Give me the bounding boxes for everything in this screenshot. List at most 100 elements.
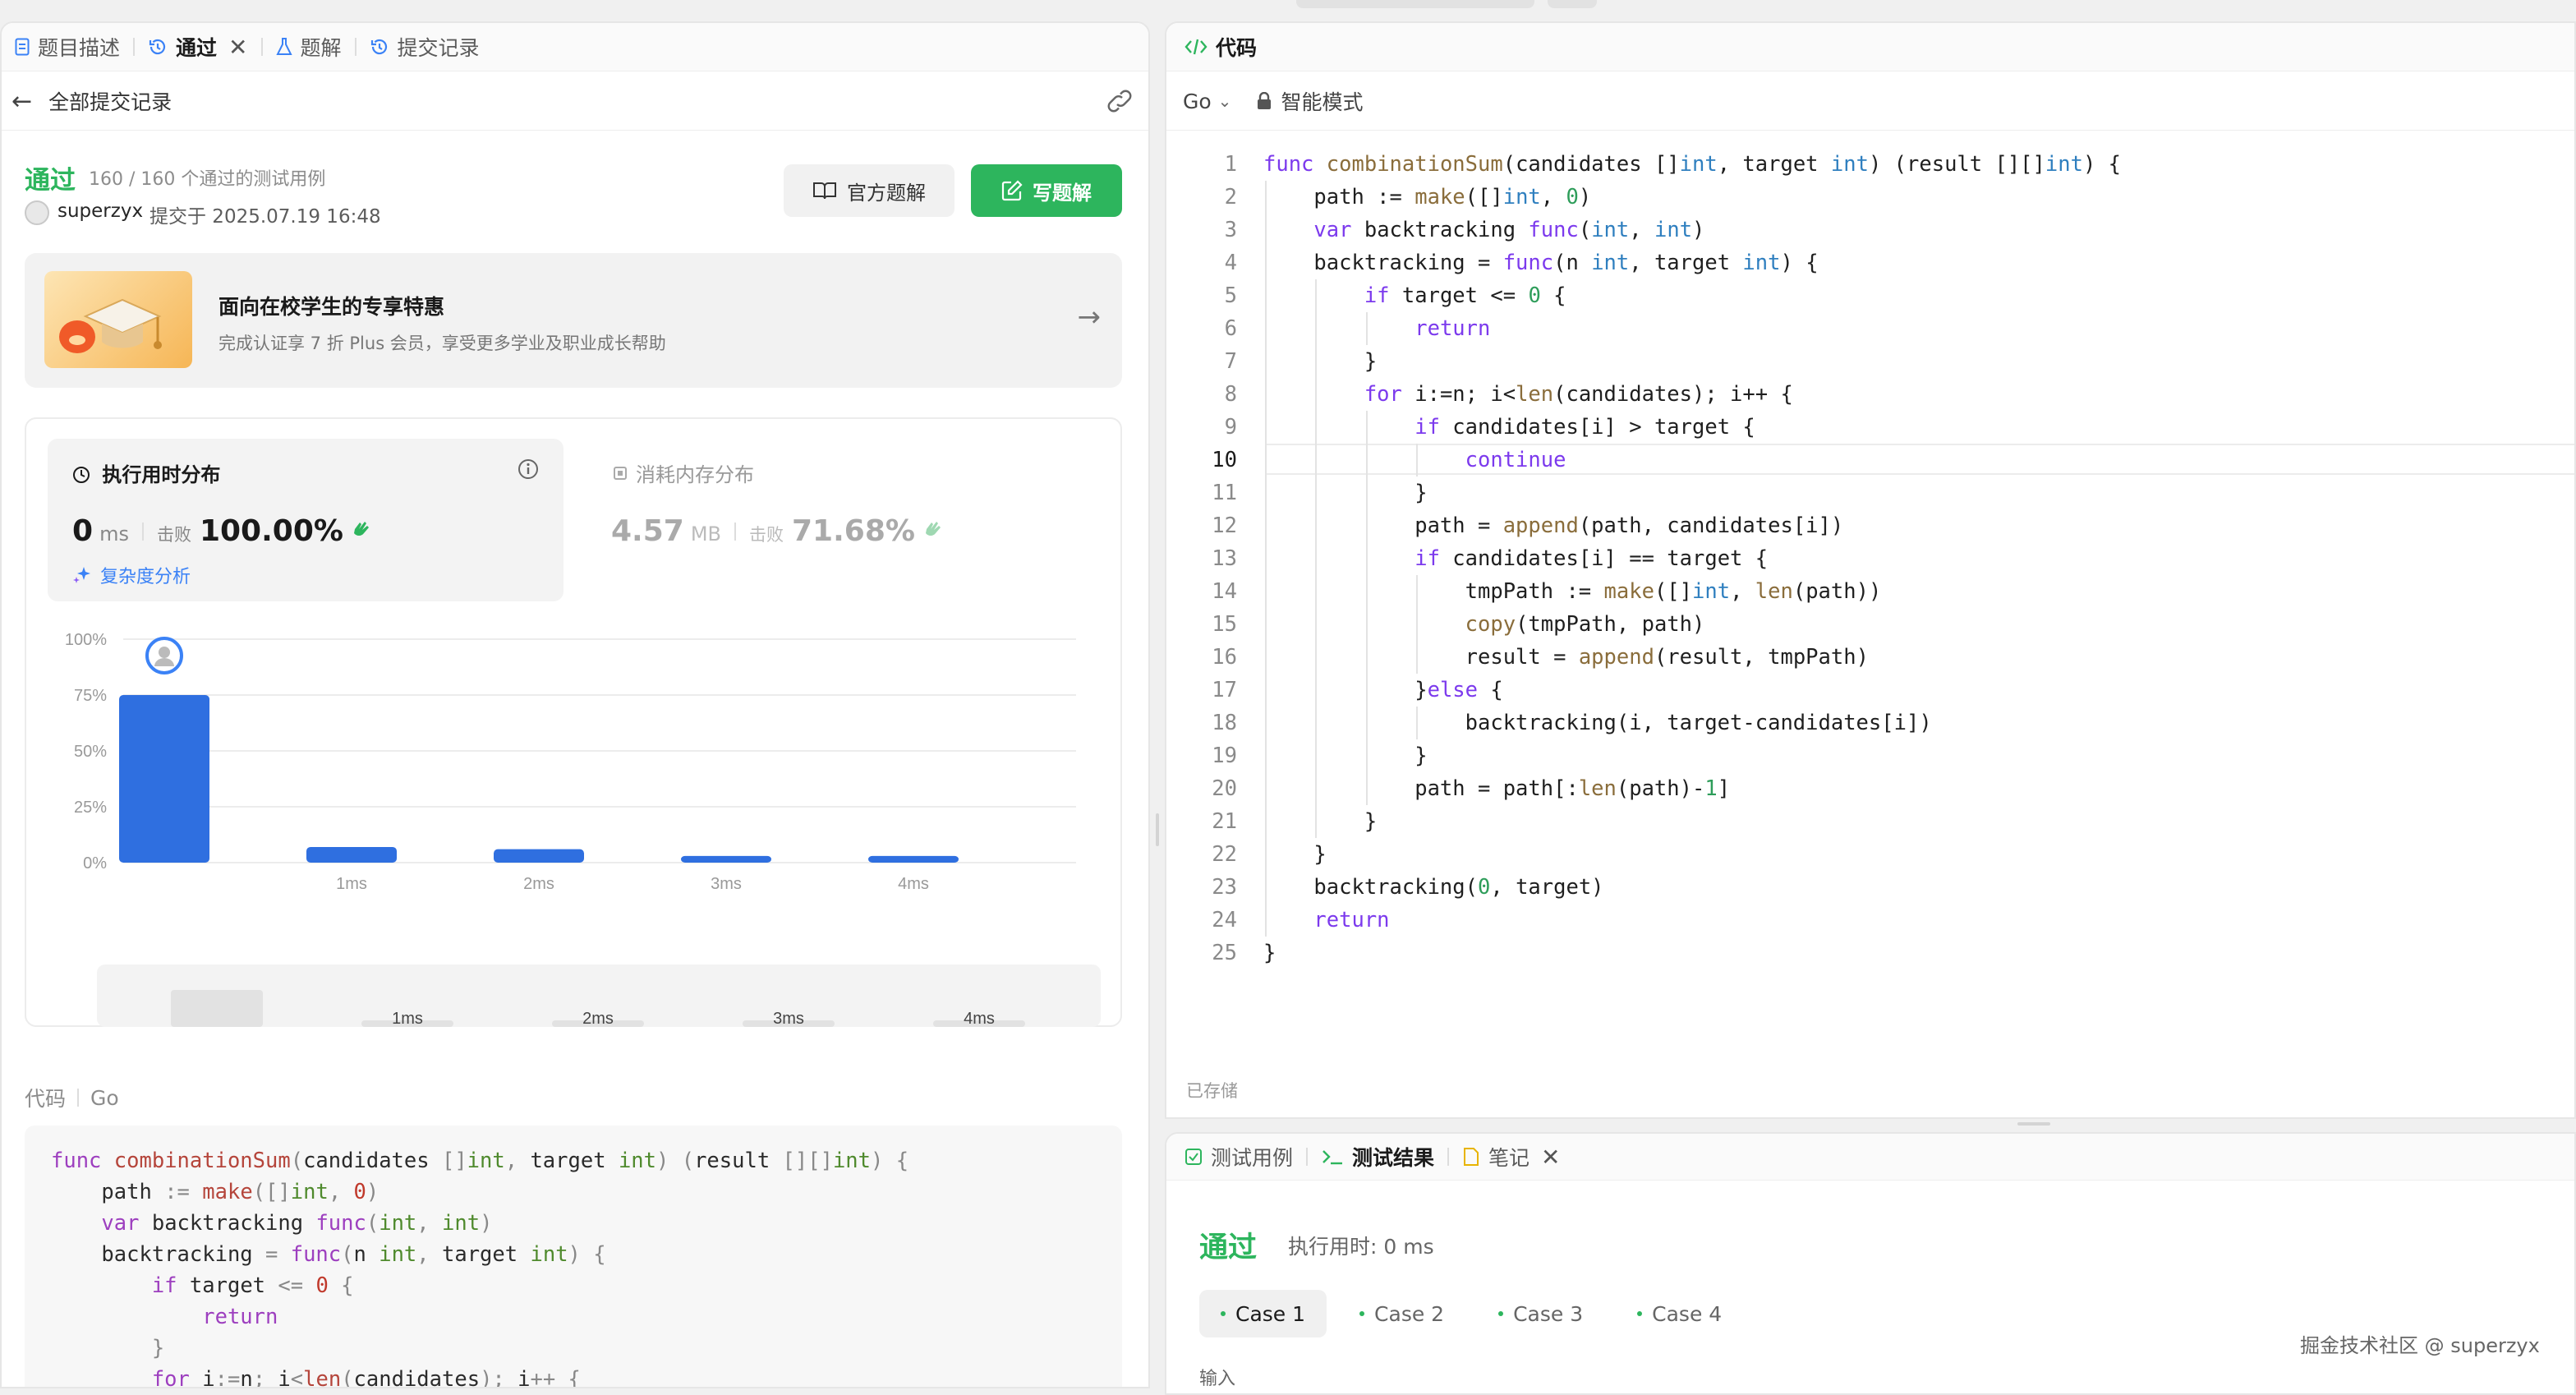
case-label: Case 3 <box>1513 1301 1584 1326</box>
memory-beat-label: 击败 <box>749 525 784 545</box>
y-tick-label: 0% <box>83 854 107 872</box>
runtime-beat-label: 击败 <box>156 525 191 545</box>
line-number: 21 <box>1212 809 1237 834</box>
graduation-cap-illustration <box>44 271 192 368</box>
vertical-resize-handle[interactable] <box>2017 1122 2050 1126</box>
code-line[interactable]: continue <box>1263 444 1566 477</box>
tab-submissions[interactable]: 提交记录 <box>370 32 480 62</box>
close-icon[interactable]: ✕ <box>1541 1144 1560 1171</box>
code-line[interactable]: backtracking(0, target) <box>1263 871 1603 904</box>
submission-status: 通过 <box>25 166 76 196</box>
tab-separator <box>133 38 136 56</box>
code-line[interactable]: if candidates[i] > target { <box>1263 411 1755 444</box>
code-line[interactable]: if target <= 0 { <box>1263 279 1566 312</box>
submitted-time: 提交于 2025.07.19 16:48 <box>150 206 381 228</box>
memory-title-text: 消耗内存分布 <box>636 463 754 486</box>
mini-bar <box>171 990 263 1027</box>
left-tabbar: 题目描述 通过 ✕ 题解 提交记录 <box>2 23 1148 71</box>
case-tab[interactable]: Case 3 <box>1477 1290 1604 1337</box>
code-line[interactable]: for i:=n; i<len(candidates); i++ { <box>1263 378 1793 411</box>
code-line[interactable]: var backtracking func(int, int) <box>1263 214 1704 246</box>
indent-guide <box>1365 312 1368 345</box>
range-slider-preview: 1ms 2ms 3ms 4ms <box>171 990 1025 1028</box>
code-line[interactable]: copy(tmpPath, path) <box>1263 608 1705 641</box>
code-line[interactable]: result = append(result, tmpPath) <box>1263 641 1869 674</box>
case-tab[interactable]: Case 2 <box>1338 1290 1465 1337</box>
case-tab[interactable]: Case 4 <box>1616 1290 1743 1337</box>
tab-separator <box>1447 1148 1450 1166</box>
code-line[interactable]: backtracking(i, target-candidates[i]) <box>1263 707 1932 739</box>
line-number: 13 <box>1212 546 1237 571</box>
avatar-head <box>159 647 170 658</box>
student-promo-banner[interactable]: 面向在校学生的专享特惠 完成认证享 7 折 Plus 会员，享受更多学业及职业成… <box>25 253 1122 388</box>
sparkle-icon <box>73 567 90 583</box>
complexity-analysis-link[interactable]: 复杂度分析 <box>72 562 191 588</box>
tab-accepted[interactable]: 通过 ✕ <box>148 32 248 62</box>
memory-card[interactable]: 消耗内存分布 4.57 MB 击败 71.68% <box>611 439 1071 601</box>
code-line[interactable]: return <box>1263 312 1490 345</box>
book-icon <box>813 182 836 200</box>
close-icon[interactable]: ✕ <box>228 34 247 61</box>
code-line[interactable]: } <box>1263 838 1326 871</box>
tab-test-results[interactable]: 测试结果 <box>1321 1142 1434 1172</box>
chart-bar[interactable] <box>868 855 959 863</box>
y-tick-label: 100% <box>65 631 107 649</box>
code-line[interactable]: } <box>1263 739 1427 772</box>
arrow-right-icon[interactable]: → <box>1078 301 1102 334</box>
code-line[interactable]: tmpPath := make([]int, len(path)) <box>1263 575 1882 608</box>
code-language: Go <box>90 1085 119 1110</box>
chart-range-slider[interactable]: 1ms 2ms 3ms 4ms <box>97 965 1101 1028</box>
code-line[interactable]: }else { <box>1263 674 1503 707</box>
history-icon <box>149 39 166 55</box>
runtime-distribution-chart[interactable]: 100% 75% 50% 25% 0% 1ms 2ms 3ms 4ms <box>59 624 1102 953</box>
chart-bar[interactable] <box>119 695 209 863</box>
chart-bar[interactable] <box>681 855 771 863</box>
code-line[interactable]: path = append(path, candidates[i]) <box>1263 509 1843 542</box>
info-icon[interactable] <box>518 458 539 483</box>
case-tab[interactable]: Case 1 <box>1199 1290 1327 1337</box>
panel-resize-handle[interactable] <box>1156 813 1159 846</box>
code-line[interactable]: } <box>1263 477 1427 509</box>
pass-dot-icon <box>1359 1311 1365 1316</box>
line-number: 25 <box>1212 941 1237 965</box>
tab-testcases[interactable]: 测试用例 <box>1184 1142 1293 1172</box>
test-tabbar: 测试用例 测试结果 笔记 ✕ <box>1166 1134 2574 1181</box>
write-solution-button[interactable]: 写题解 <box>971 164 1122 217</box>
code-line[interactable]: path := make([]int, 0) <box>1263 181 1591 214</box>
code-line[interactable]: } <box>1263 805 1377 838</box>
code-line[interactable]: path = path[:len(path)-1] <box>1263 772 1730 805</box>
chart-bar[interactable] <box>306 846 397 863</box>
tab-description[interactable]: 题目描述 <box>15 32 120 62</box>
code-line[interactable]: backtracking = func(n int, target int) { <box>1263 246 1818 279</box>
official-solution-button[interactable]: 官方题解 <box>784 164 954 217</box>
top-strip <box>0 0 2576 21</box>
code-line[interactable]: func combinationSum(candidates []int, ta… <box>1263 148 2121 181</box>
tab-notes[interactable]: 笔记 ✕ <box>1462 1142 1561 1172</box>
runtime-card[interactable]: 执行用时分布 0 ms 击败 100.00% 复杂度分析 <box>48 439 564 601</box>
code-line[interactable]: } <box>1263 937 1276 969</box>
code-line[interactable]: if candidates[i] == target { <box>1263 542 1768 575</box>
tab-solutions[interactable]: 题解 <box>275 32 342 62</box>
code-line[interactable]: } <box>1263 345 1377 378</box>
link-icon[interactable] <box>1106 89 1134 117</box>
code-header: 代码 Go <box>25 1083 119 1112</box>
indent-guide <box>1416 575 1419 674</box>
all-submissions-link[interactable]: 全部提交记录 <box>48 86 172 116</box>
clapping-hands-icon <box>350 518 375 544</box>
avatar[interactable] <box>25 200 49 225</box>
smart-mode-toggle[interactable]: 智能模式 <box>1256 86 1363 116</box>
code-line[interactable]: return <box>1263 904 1389 937</box>
toolbar-pill-small[interactable] <box>1548 0 1597 8</box>
test-case-count: 160 / 160 个通过的测试用例 <box>89 169 326 190</box>
username[interactable]: superzyx <box>58 200 143 222</box>
chart-bar[interactable] <box>494 849 584 863</box>
memory-unit: MB <box>690 523 721 546</box>
toolbar-pill[interactable] <box>1296 0 1534 8</box>
submitted-code-block[interactable]: func combinationSum(candidates []int, ta… <box>25 1126 1122 1387</box>
memory-values: 4.57 MB 击败 71.68% <box>611 514 946 548</box>
back-arrow-icon[interactable]: ← <box>12 87 32 116</box>
line-number: 16 <box>1212 645 1237 670</box>
case-label: Case 2 <box>1374 1301 1445 1326</box>
mini-tick-label: 3ms <box>773 1010 804 1027</box>
language-select[interactable]: Go ⌄ <box>1183 90 1231 113</box>
